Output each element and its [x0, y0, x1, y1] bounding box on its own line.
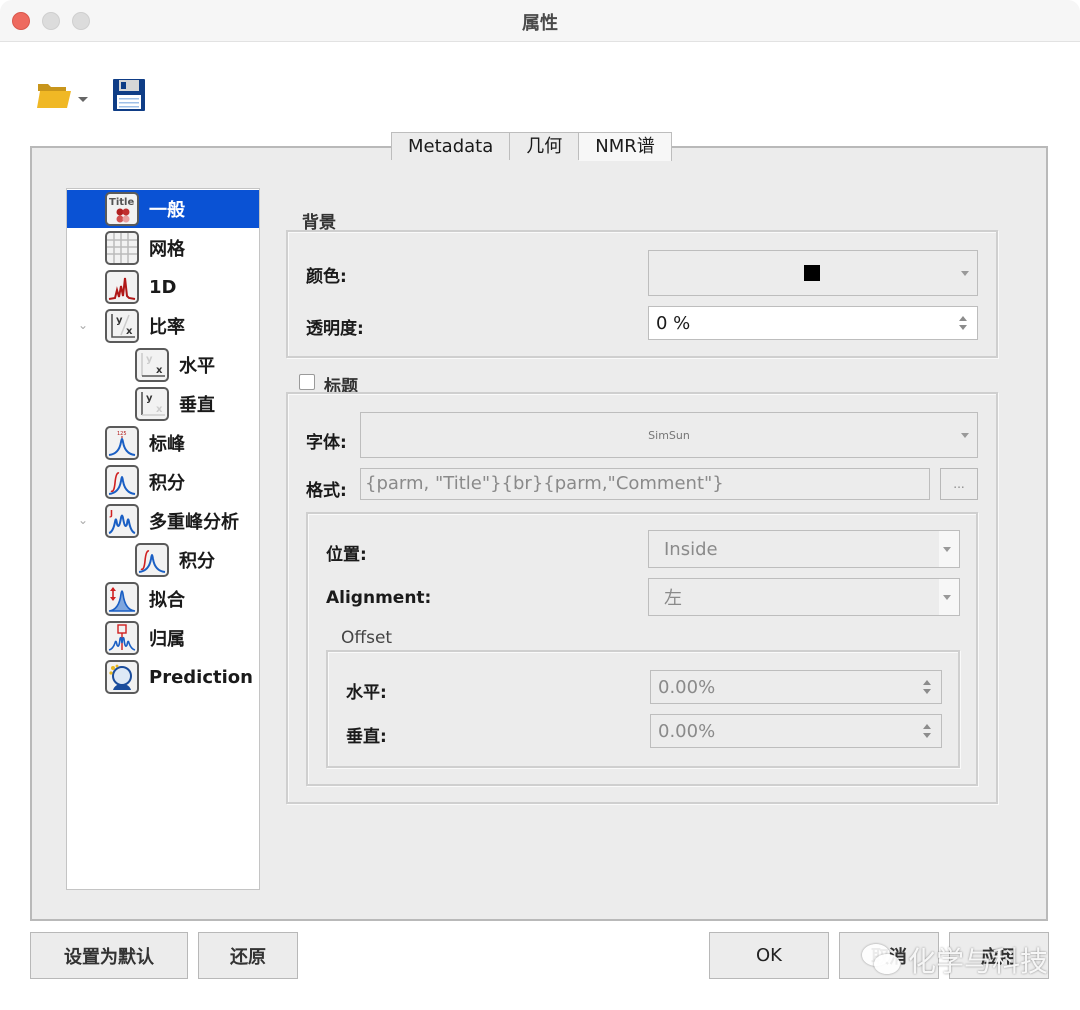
fitting-icon: [105, 582, 139, 616]
color-picker[interactable]: [648, 250, 978, 296]
tree-item-general[interactable]: Title 一般: [67, 190, 259, 228]
svg-text:y: y: [146, 393, 153, 404]
nmr-properties-panel: Title 一般 网格 1D ⌄ yx 比率 y x 水平 y x 垂直 125…: [30, 146, 1048, 921]
cancel-button[interactable]: 取消: [839, 932, 939, 979]
offset-horizontal-spinbox[interactable]: 0.00%: [650, 670, 942, 704]
save-button[interactable]: [112, 78, 146, 116]
tree-item-vertical[interactable]: yx 垂直: [67, 385, 259, 423]
folder-open-icon: [36, 80, 72, 114]
tree-item-multiplet[interactable]: ⌄ J 多重峰分析: [67, 502, 259, 540]
offset-group: 水平: 0.00% 垂直: 0.00%: [326, 650, 960, 768]
tree-item-fitting[interactable]: 拟合: [67, 580, 259, 618]
offset-horizontal-label: 水平:: [346, 683, 387, 703]
tree-item-horizontal[interactable]: yx 水平: [67, 346, 259, 384]
transparency-spinbox[interactable]: 0 %: [648, 306, 978, 340]
spin-up-icon[interactable]: [923, 680, 931, 685]
category-tree: Title 一般 网格 1D ⌄ yx 比率 y x 水平 y x 垂直 125…: [66, 188, 260, 890]
dropdown-arrow-icon: [943, 547, 951, 552]
chevron-down-icon[interactable]: ⌄: [75, 512, 91, 528]
dropdown-arrow-icon: [943, 595, 951, 600]
svg-text:y: y: [116, 315, 123, 326]
set-default-button[interactable]: 设置为默认: [30, 932, 188, 979]
integral-icon: [105, 465, 139, 499]
tree-item-assignment[interactable]: 归属: [67, 619, 259, 657]
axes-xy-icon: yx: [105, 309, 139, 343]
spin-up-icon[interactable]: [923, 724, 931, 729]
integral-icon: [135, 543, 169, 577]
prediction-icon: [105, 660, 139, 694]
chevron-down-icon[interactable]: ⌄: [75, 317, 91, 333]
transparency-label: 透明度:: [306, 319, 364, 339]
open-button[interactable]: [36, 80, 88, 114]
title-icon: Title: [105, 192, 139, 226]
svg-text:x: x: [156, 365, 163, 376]
position-select[interactable]: Inside: [648, 530, 960, 568]
svg-text:x: x: [126, 326, 133, 337]
svg-text:x: x: [156, 404, 163, 415]
offset-group-title: Offset: [341, 628, 393, 648]
format-field[interactable]: {parm, "Title"}{br}{parm,"Comment"}: [360, 468, 930, 500]
tree-item-1d[interactable]: 1D: [67, 268, 259, 306]
assignment-icon: [105, 621, 139, 655]
color-swatch: [804, 265, 820, 281]
color-label: 颜色:: [306, 267, 347, 287]
spin-down-icon[interactable]: [959, 325, 967, 330]
axis-vertical-icon: yx: [135, 387, 169, 421]
properties-dialog: 属性 Title 一般 网格 1D ⌄ y x 比率 y x 水平 y x 垂直…: [0, 0, 1080, 1010]
ok-button[interactable]: OK: [709, 932, 829, 979]
tab-metadata[interactable]: Metadata: [391, 132, 511, 160]
position-group: 位置: Inside Alignment: 左 Offset 水平: 0.00%: [306, 512, 978, 786]
axis-horizontal-icon: yx: [135, 348, 169, 382]
restore-button[interactable]: 还原: [198, 932, 298, 979]
caret-down-icon[interactable]: [78, 96, 88, 102]
floppy-disk-icon: [112, 78, 146, 116]
format-builder-button[interactable]: ...: [940, 468, 978, 500]
multiplet-icon: J: [105, 504, 139, 538]
position-label: 位置:: [326, 545, 367, 565]
grid-icon: [105, 231, 139, 265]
font-label: 字体:: [306, 433, 347, 453]
tab-bar: Metadata 几何 NMR谱: [391, 132, 672, 161]
spin-up-icon[interactable]: [959, 316, 967, 321]
dropdown-arrow-icon: [961, 271, 969, 276]
format-label: 格式:: [306, 481, 347, 501]
tab-geometry[interactable]: 几何: [510, 132, 580, 160]
tree-item-multiplet-integral[interactable]: 积分: [67, 541, 259, 579]
spin-down-icon[interactable]: [923, 689, 931, 694]
svg-text:y: y: [146, 354, 153, 365]
svg-text:J: J: [109, 509, 113, 518]
alignment-label: Alignment:: [326, 588, 432, 608]
apply-button[interactable]: 应用: [949, 932, 1049, 979]
peak-label-icon: 125: [105, 426, 139, 460]
title-checkbox[interactable]: [299, 374, 315, 390]
tree-item-peak-label[interactable]: 125 标峰: [67, 424, 259, 462]
title-group: 字体: SimSun 格式: {parm, "Title"}{br}{parm,…: [286, 392, 998, 804]
spectrum-1d-icon: [105, 270, 139, 304]
spin-down-icon[interactable]: [923, 733, 931, 738]
window-title: 属性: [522, 13, 558, 34]
tree-item-grid[interactable]: 网格: [67, 229, 259, 267]
background-group: 颜色: 透明度: 0 %: [286, 230, 998, 358]
title-bar: 属性: [0, 0, 1080, 42]
tree-item-scale[interactable]: ⌄ yx 比率: [67, 307, 259, 345]
svg-text:Title: Title: [109, 197, 134, 208]
dropdown-arrow-icon: [961, 433, 969, 438]
alignment-select[interactable]: 左: [648, 578, 960, 616]
tree-item-prediction[interactable]: Prediction: [67, 658, 259, 696]
tab-nmr-spectrum[interactable]: NMR谱: [579, 132, 672, 161]
font-select[interactable]: SimSun: [360, 412, 978, 458]
offset-vertical-label: 垂直:: [346, 727, 387, 747]
tree-item-integral[interactable]: 积分: [67, 463, 259, 501]
offset-vertical-spinbox[interactable]: 0.00%: [650, 714, 942, 748]
